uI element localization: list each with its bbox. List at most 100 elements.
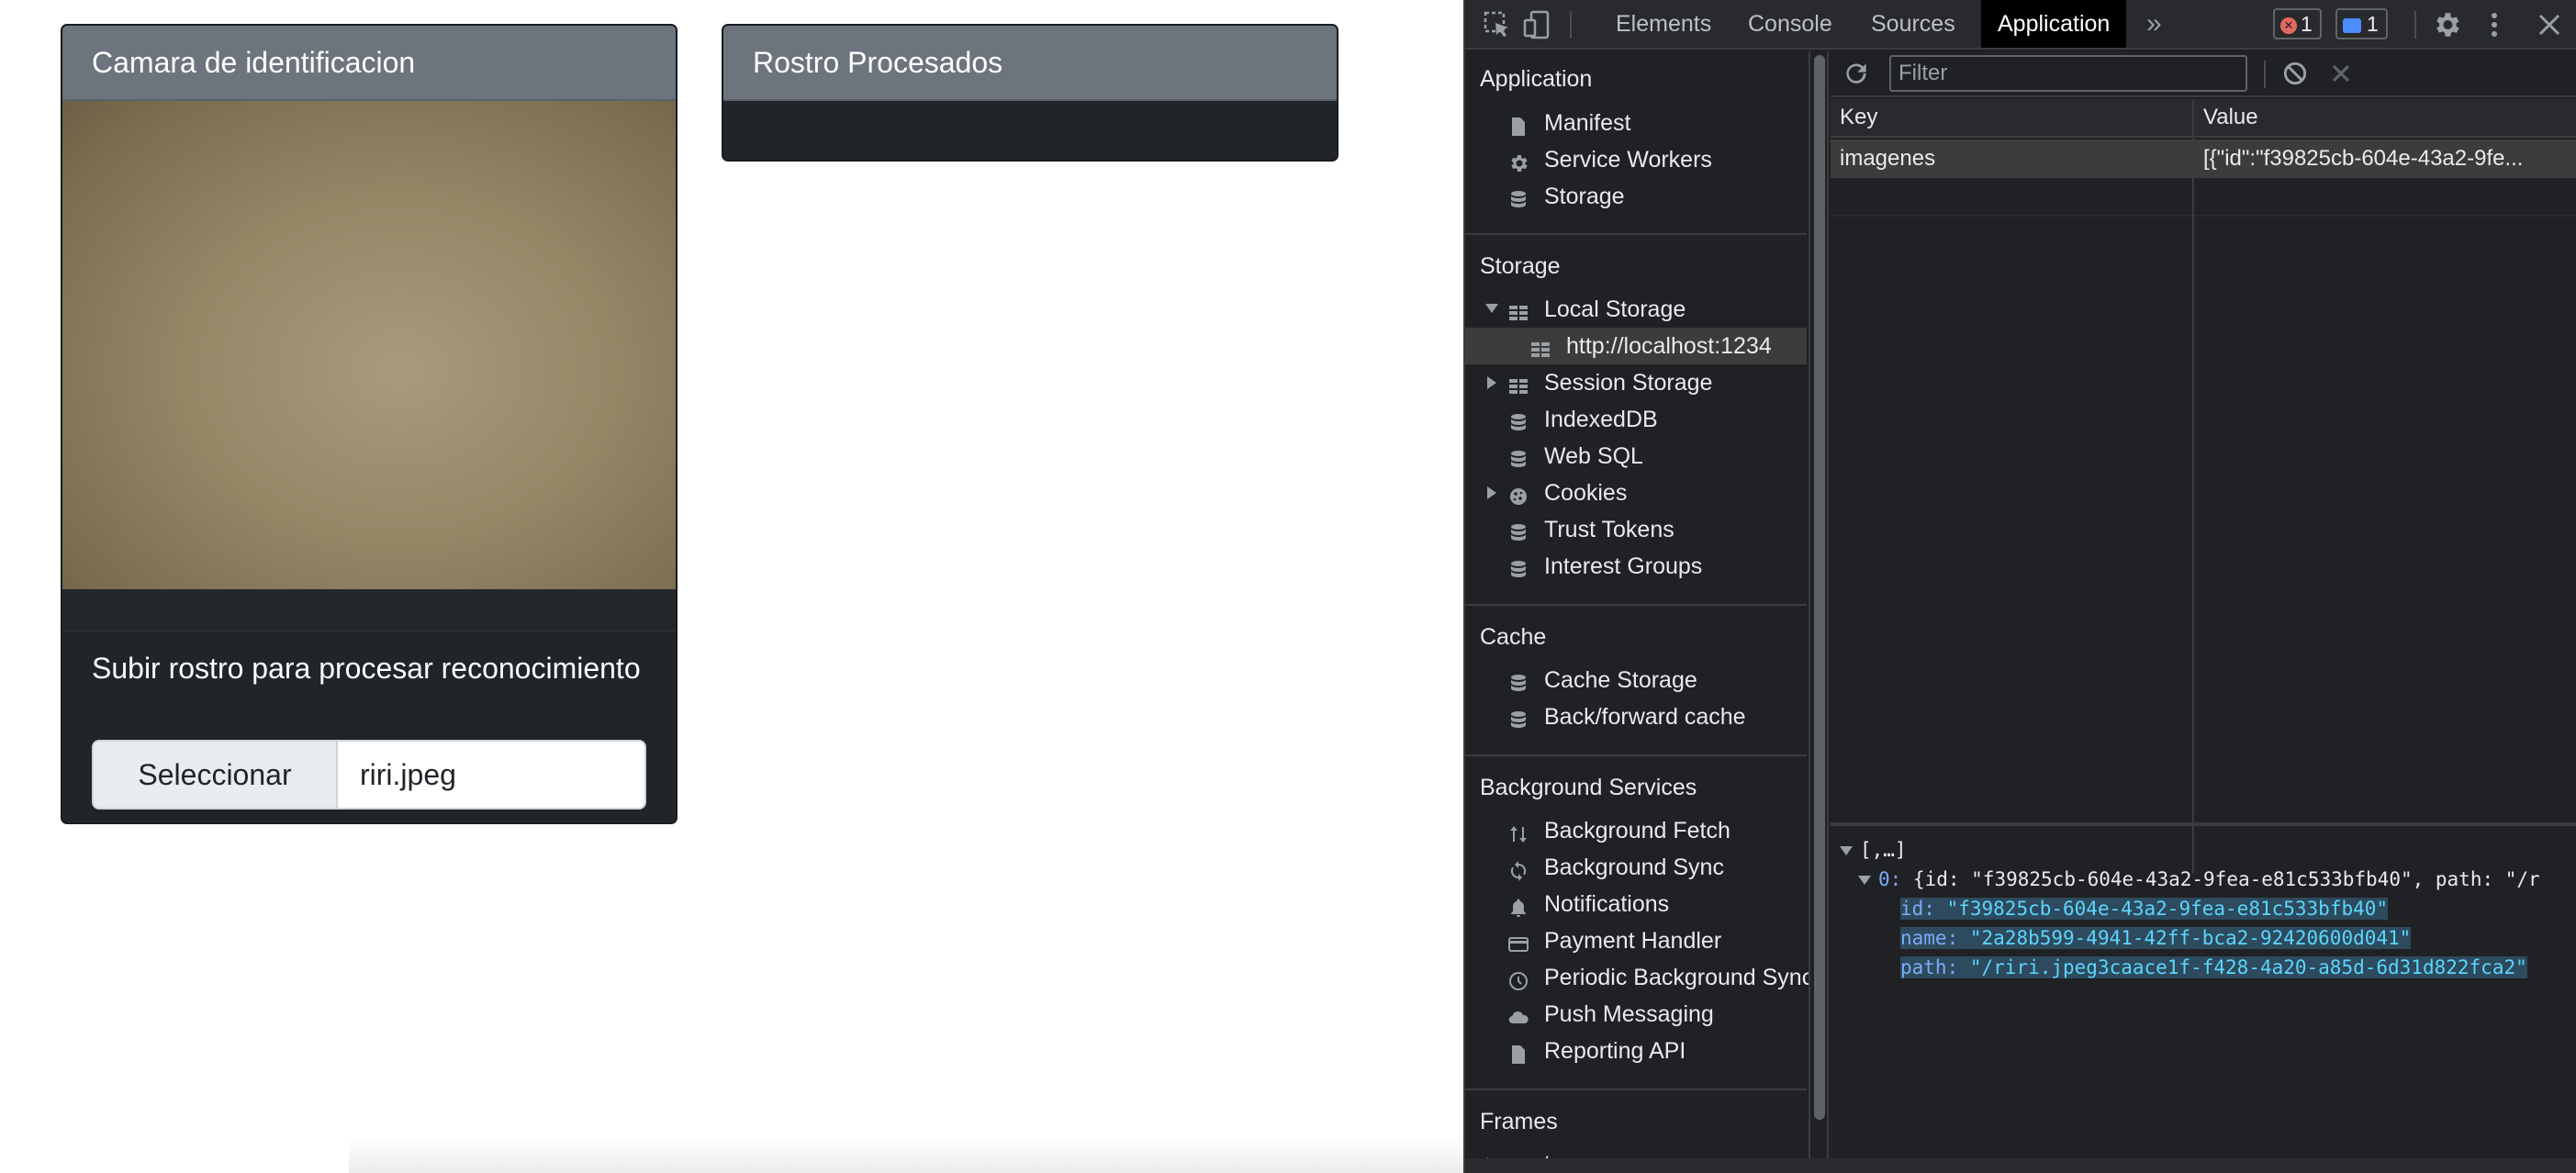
- grid-icon: [1507, 372, 1529, 394]
- sidebar-item-reporting-api[interactable]: Reporting API: [1465, 1033, 1807, 1069]
- sidebar-item-notifications[interactable]: Notifications: [1465, 886, 1807, 922]
- bell-icon: [1507, 893, 1529, 917]
- message-count: 1: [2367, 12, 2379, 36]
- delete-selected-icon[interactable]: [2326, 59, 2358, 90]
- tab-sources[interactable]: Sources: [1854, 0, 1972, 48]
- more-options-kebab-icon[interactable]: [2479, 9, 2510, 40]
- database-icon: [1507, 408, 1529, 430]
- sidebar-item-payment-handler[interactable]: Payment Handler: [1465, 922, 1807, 959]
- devtools-panel: Elements Console Sources Application » ✕…: [1463, 0, 2576, 1173]
- section-title-background-services: Background Services: [1480, 775, 1697, 800]
- filter-input[interactable]: Filter: [1889, 55, 2247, 92]
- column-header-key[interactable]: Key: [1831, 99, 1877, 136]
- sidebar-item-label: Cache Storage: [1544, 667, 1697, 693]
- preview-field-value: "/riri.jpeg3caace1f-f428-4a20-a85d-6d31d…: [1969, 956, 2527, 978]
- preview-field-line[interactable]: id: "f39825cb-604e-43a2-9fea-e81c533bfb4…: [1900, 894, 2389, 923]
- database-icon: [1507, 185, 1529, 207]
- sidebar-item-label: Payment Handler: [1544, 928, 1722, 954]
- devtools-toolbar: Elements Console Sources Application » ✕…: [1465, 0, 2576, 50]
- preview-resize-divider[interactable]: [1831, 822, 2576, 826]
- processed-faces-card: Rostro Procesados: [722, 24, 1338, 162]
- sidebar-item-cache-storage[interactable]: Cache Storage: [1465, 662, 1807, 698]
- file-input[interactable]: Seleccionar archivo riri.jpeg: [92, 740, 646, 810]
- gear-icon: [1507, 149, 1529, 172]
- camera-card-title: Camara de identificacion: [62, 26, 676, 101]
- tab-application[interactable]: Application: [1981, 0, 2127, 48]
- database-icon: [1507, 519, 1529, 541]
- preview-field-key: id: [1900, 898, 1924, 920]
- empty-table-row[interactable]: [1831, 178, 2576, 217]
- close-devtools-icon[interactable]: [2534, 9, 2565, 40]
- arrows-updown-icon: [1507, 820, 1529, 843]
- sidebar-item-cookies[interactable]: Cookies: [1465, 475, 1807, 511]
- sidebar-item-push-messaging[interactable]: Push Messaging: [1465, 996, 1807, 1033]
- database-icon: [1507, 555, 1529, 577]
- choose-file-button[interactable]: Seleccionar archivo: [94, 742, 338, 808]
- sidebar-item-background-sync[interactable]: Background Sync: [1465, 849, 1807, 886]
- database-icon: [1507, 706, 1529, 728]
- sidebar-item-storage[interactable]: Storage: [1465, 178, 1807, 215]
- toolbar-separator: [2414, 11, 2416, 39]
- expand-arrow-icon[interactable]: [1487, 376, 1496, 389]
- database-icon: [1507, 669, 1529, 691]
- selected-file-name: riri.jpeg: [360, 758, 456, 791]
- preview-item-index: 0: [1878, 868, 1890, 890]
- expand-arrow-icon[interactable]: [1840, 846, 1853, 855]
- local-storage-view: Filter Key Value imagenes [{"id":"f39825…: [1831, 51, 2576, 1173]
- sidebar-item-label: Interest Groups: [1544, 553, 1703, 579]
- sidebar-item-local-storage[interactable]: Local Storage: [1465, 291, 1807, 328]
- device-toggle-icon[interactable]: [1522, 9, 1553, 40]
- tab-elements[interactable]: Elements: [1599, 0, 1728, 48]
- message-count-badge[interactable]: 1: [2335, 8, 2388, 39]
- sidebar-item-interest-groups[interactable]: Interest Groups: [1465, 548, 1807, 585]
- section-divider: [1465, 754, 1807, 756]
- more-tabs-chevron-icon[interactable]: »: [2130, 0, 2178, 48]
- tab-console[interactable]: Console: [1731, 0, 1849, 48]
- sidebar-scrollbar[interactable]: [1809, 51, 1829, 1173]
- sidebar-item-background-fetch[interactable]: Background Fetch: [1465, 812, 1807, 849]
- preview-item-summary: {id: "f39825cb-604e-43a2-9fea-e81c533bfb…: [1912, 868, 2540, 890]
- row-value: [{"id":"f39825cb-604e-43a2-9fe...: [2203, 146, 2524, 171]
- sidebar-item-label: Service Workers: [1544, 147, 1712, 173]
- expand-arrow-icon[interactable]: [1485, 304, 1498, 313]
- sidebar-item-back-forward-cache[interactable]: Back/forward cache: [1465, 698, 1807, 735]
- sidebar-item-manifest[interactable]: Manifest: [1465, 105, 1807, 141]
- file-icon: [1507, 112, 1529, 136]
- sidebar-item-label: Periodic Background Sync: [1544, 965, 1814, 990]
- expand-arrow-icon[interactable]: [1487, 486, 1496, 499]
- preview-field-value: "2a28b599-4941-42ff-bca2-92420600d041": [1969, 927, 2412, 949]
- sidebar-item-web-sql[interactable]: Web SQL: [1465, 438, 1807, 475]
- refresh-icon[interactable]: [1842, 59, 1873, 90]
- column-header-value[interactable]: Value: [2194, 99, 2258, 136]
- preview-root-line[interactable]: [,…]: [1840, 835, 1907, 865]
- row-key: imagenes: [1840, 146, 1936, 171]
- sidebar-item-trust-tokens[interactable]: Trust Tokens: [1465, 511, 1807, 548]
- sidebar-item-session-storage[interactable]: Session Storage: [1465, 364, 1807, 401]
- sync-icon: [1507, 856, 1529, 881]
- section-divider: [1465, 233, 1807, 235]
- sidebar-item-label: Storage: [1544, 184, 1625, 209]
- table-row[interactable]: imagenes [{"id":"f39825cb-604e-43a2-9fe.…: [1831, 140, 2576, 178]
- sidebar-scrollbar-thumb[interactable]: [1814, 55, 1825, 1120]
- sidebar-item-periodic-background-sync[interactable]: Periodic Background Sync: [1465, 959, 1813, 996]
- settings-gear-icon[interactable]: [2431, 9, 2462, 40]
- column-divider: [2192, 99, 2194, 874]
- inspect-element-icon[interactable]: [1482, 9, 1513, 40]
- section-title-application: Application: [1480, 66, 1593, 92]
- sidebar-item-label: Cookies: [1544, 480, 1628, 506]
- sidebar-item-localhost-origin[interactable]: http://localhost:1234: [1465, 328, 1807, 364]
- application-sidebar: Application Manifest Service Workers Sto…: [1465, 51, 1813, 1173]
- expand-arrow-icon[interactable]: [1858, 876, 1871, 885]
- sidebar-item-label: Background Fetch: [1544, 818, 1730, 843]
- clear-all-icon[interactable]: [2280, 59, 2312, 90]
- preview-field-line[interactable]: name: "2a28b599-4941-42ff-bca2-92420600d…: [1900, 923, 2412, 953]
- error-count-badge[interactable]: ✕ 1: [2273, 8, 2322, 39]
- preview-field-line[interactable]: path: "/riri.jpeg3caace1f-f428-4a20-a85d…: [1900, 953, 2527, 982]
- card-icon: [1507, 930, 1529, 952]
- sidebar-item-indexeddb[interactable]: IndexedDB: [1465, 401, 1807, 438]
- error-count: 1: [2301, 12, 2313, 36]
- sidebar-item-service-workers[interactable]: Service Workers: [1465, 141, 1807, 178]
- preview-item-line[interactable]: 0: {id: "f39825cb-604e-43a2-9fea-e81c533…: [1858, 865, 2540, 894]
- message-icon: [2343, 17, 2361, 33]
- horizontal-scrollbar[interactable]: [1465, 1158, 2576, 1173]
